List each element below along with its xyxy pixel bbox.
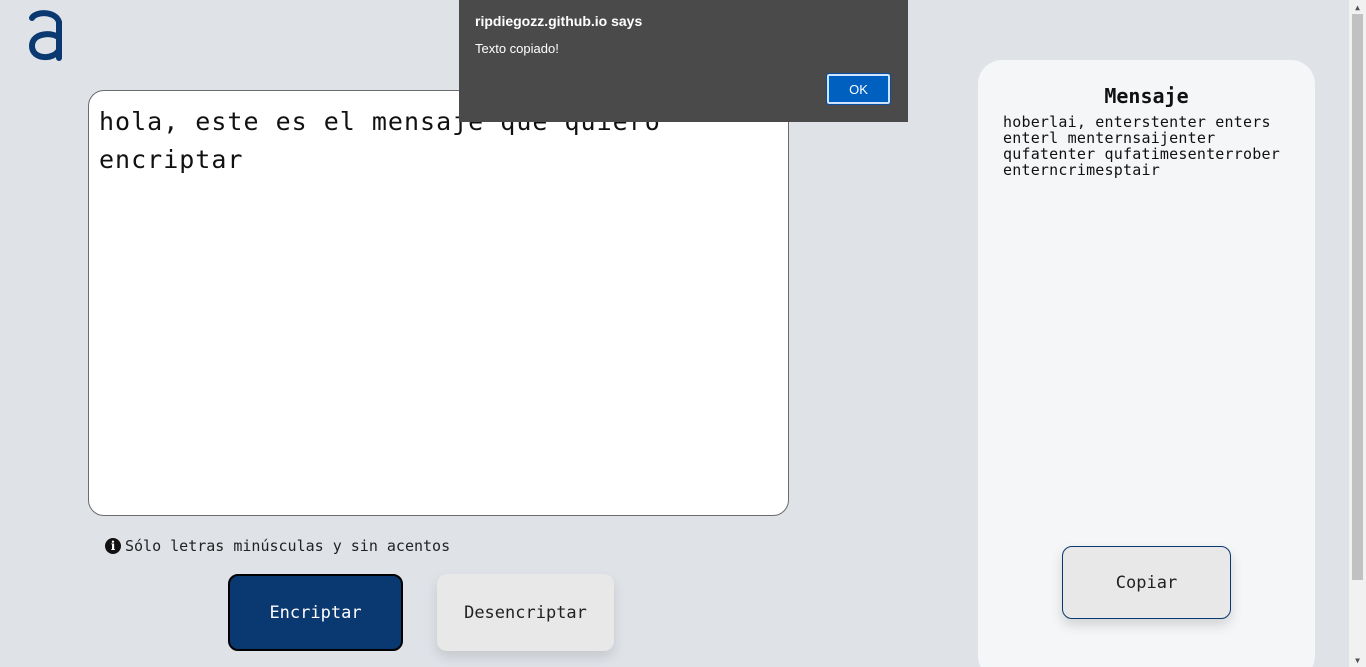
encrypt-button-label: Encriptar [269,602,362,623]
output-panel: Mensaje hoberlai, enterstenter enters en… [978,60,1315,667]
vertical-scrollbar[interactable]: ▲ ▼ [1349,0,1366,667]
info-icon: i [105,538,121,554]
output-title: Mensaje [1104,84,1189,108]
output-text: hoberlai, enterstenter enters enterl men… [1003,113,1290,179]
alert-ok-button[interactable]: OK [826,73,891,105]
copy-button-label: Copiar [1115,572,1178,593]
decrypt-button-label: Desencriptar [464,602,587,623]
scroll-up-icon[interactable]: ▲ [1349,0,1366,14]
alert-message: Texto copiado! [475,41,559,56]
alura-logo-icon [28,10,62,61]
copy-button[interactable]: Copiar [1062,546,1231,619]
hint-text: Sólo letras minúsculas y sin acentos [125,537,451,555]
scrollbar-thumb[interactable] [1352,14,1363,580]
message-input[interactable] [99,103,778,503]
input-hint: i Sólo letras minúsculas y sin acentos [105,536,450,556]
alert-dialog: ripdiegozz.github.io says Texto copiado!… [459,0,908,122]
logo [26,8,66,62]
alert-title: ripdiegozz.github.io says [475,13,643,29]
decrypt-button[interactable]: Desencriptar [437,574,614,651]
encrypt-button[interactable]: Encriptar [228,574,403,651]
message-input-box [88,90,789,516]
scroll-down-icon[interactable]: ▼ [1349,653,1366,667]
